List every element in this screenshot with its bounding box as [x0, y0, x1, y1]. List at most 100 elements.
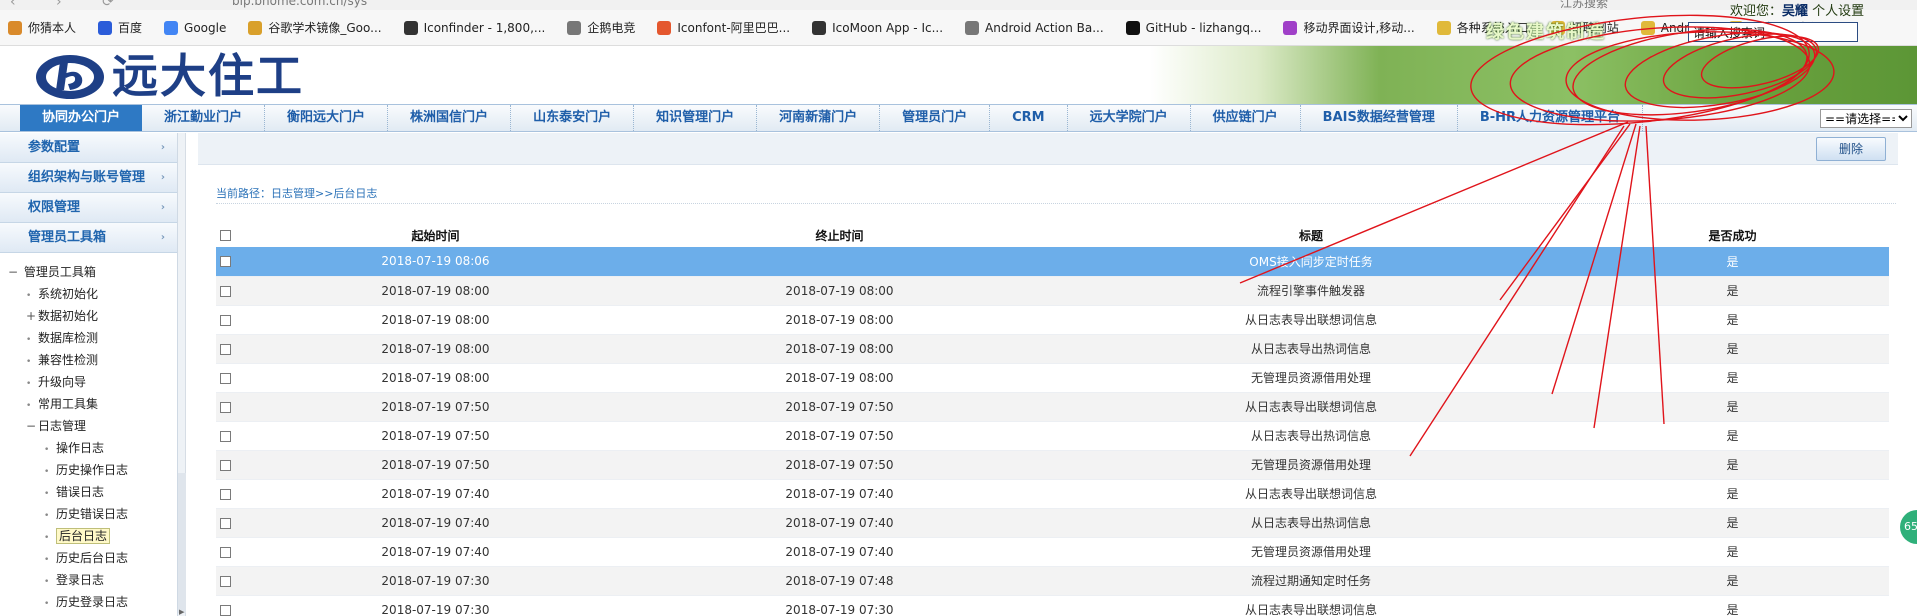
row-checkbox[interactable] — [220, 546, 231, 558]
row-checkbox[interactable] — [220, 430, 231, 442]
table-row[interactable]: 2018-07-19 08:00 2018-07-19 08:00 从日志表导出联想… — [216, 305, 1889, 335]
bookmark-item[interactable]: Android Action Ba... — [965, 20, 1104, 35]
table-row[interactable]: 2018-07-19 07:50 2018-07-19 07:50 从日志表导出热词… — [216, 421, 1889, 451]
portal-tab[interactable]: 知识管理门户 — [634, 105, 758, 131]
table-row[interactable]: 2018-07-19 08:00 2018-07-19 08:00 流程引擎事件触发… — [216, 276, 1889, 306]
tree-item[interactable]: • 数据库检测 — [8, 327, 177, 349]
portal-tab[interactable]: BAIS数据经营管理 — [1301, 105, 1458, 131]
expand-icon[interactable]: + — [26, 305, 38, 327]
portal-tab[interactable]: 供应链门户 — [1191, 105, 1301, 131]
browser-tab[interactable]: 江苏搜索 — [1560, 0, 1608, 10]
bookmark-item[interactable]: 企鹅电竞 — [567, 19, 635, 36]
tree-item-label[interactable]: 日志管理 — [38, 419, 86, 433]
tree-item-label[interactable]: 升级向导 — [38, 375, 86, 389]
tree-item-label[interactable]: 数据初始化 — [38, 309, 98, 323]
table-row[interactable]: 2018-07-19 07:30 2018-07-19 07:30 从日志表导出联想… — [216, 595, 1889, 616]
table-row[interactable]: 2018-07-19 08:00 2018-07-19 08:00 从日志表导出热词… — [216, 334, 1889, 364]
bookmark-item[interactable]: 百度 — [98, 19, 142, 36]
tree-item[interactable]: • 错误日志 — [8, 481, 177, 503]
browser-nav-icons[interactable]: ‹ › ⟳ — [10, 0, 132, 10]
table-row[interactable]: 2018-07-19 07:40 2018-07-19 07:40 无管理员资源借用… — [216, 537, 1889, 567]
tree-item[interactable]: • 历史操作日志 — [8, 459, 177, 481]
sidebar-section[interactable]: 参数配置 › — [0, 133, 177, 163]
col-success[interactable]: 是否成功 — [1576, 223, 1889, 247]
table-row[interactable]: 2018-07-19 07:40 2018-07-19 07:40 从日志表导出热词… — [216, 508, 1889, 538]
table-row[interactable]: 2018-07-19 07:40 2018-07-19 07:40 从日志表导出联想… — [216, 479, 1889, 509]
splitter-arrow-icon[interactable]: ▶ — [179, 608, 184, 616]
row-checkbox[interactable] — [220, 285, 231, 297]
row-checkbox[interactable] — [220, 401, 231, 413]
row-checkbox[interactable] — [220, 256, 231, 268]
splitter-grip[interactable] — [178, 473, 186, 613]
tree-item[interactable]: • 历史错误日志 — [8, 503, 177, 525]
table-row[interactable]: 2018-07-19 08:00 2018-07-19 08:00 无管理员资源借用… — [216, 363, 1889, 393]
sidebar-section[interactable]: 组织架构与账号管理 › — [0, 163, 177, 193]
tree-item[interactable]: • 兼容性检测 — [8, 349, 177, 371]
tree-item[interactable]: • 常用工具集 — [8, 393, 177, 415]
portal-tab[interactable]: 浙江勤业门户 — [142, 105, 266, 131]
row-checkbox[interactable] — [220, 343, 231, 355]
row-checkbox[interactable] — [220, 604, 231, 616]
col-title[interactable]: 标题 — [1046, 223, 1576, 247]
company-logo[interactable]: 远大住工 — [34, 50, 304, 102]
tree-item-label[interactable]: 登录日志 — [56, 573, 104, 587]
portal-tab[interactable]: 株洲国信门户 — [388, 105, 512, 131]
bookmark-item[interactable]: 移动界面设计,移动... — [1283, 19, 1415, 36]
sidebar-splitter[interactable]: ▶ — [178, 133, 186, 616]
bookmark-item[interactable]: Google — [164, 20, 226, 35]
tree-item-label[interactable]: 错误日志 — [56, 485, 104, 499]
sidebar-section[interactable]: 管理员工具箱 › — [0, 223, 177, 253]
row-checkbox[interactable] — [220, 372, 231, 384]
tree-item-label[interactable]: 操作日志 — [56, 441, 104, 455]
portal-tab[interactable]: 协同办公门户 — [20, 105, 143, 131]
bookmark-item[interactable]: Iconfinder - 1,800,... — [403, 20, 545, 35]
bookmark-item[interactable]: 你猜本人 — [8, 19, 76, 36]
table-row[interactable]: 2018-07-19 07:30 2018-07-19 07:48 流程过期通知定时… — [216, 566, 1889, 596]
portal-tab[interactable]: 远大学院门户 — [1068, 105, 1191, 131]
bookmark-item[interactable]: GitHub - lizhangq... — [1125, 20, 1261, 35]
user-name[interactable]: 吴耀 — [1782, 4, 1808, 19]
table-row[interactable]: 2018-07-19 07:50 2018-07-19 07:50 从日志表导出联想… — [216, 392, 1889, 422]
row-checkbox[interactable] — [220, 459, 231, 471]
portal-tab[interactable]: 河南新蒲门户 — [757, 105, 881, 131]
portal-tab[interactable]: 山东泰安门户 — [511, 105, 635, 131]
sidebar-section[interactable]: 权限管理 › — [0, 193, 177, 223]
bookmark-item[interactable]: 谷歌学术镜像_Goo... — [248, 19, 382, 36]
portal-tab[interactable]: B-HR人力资源管理平台 — [1458, 105, 1644, 131]
tree-item-label[interactable]: 常用工具集 — [38, 397, 98, 411]
tree-item[interactable]: • 后台日志 — [8, 525, 177, 547]
delete-button[interactable]: 删除 — [1816, 137, 1886, 161]
portal-tab[interactable]: 管理员门户 — [880, 105, 991, 131]
tree-item-label[interactable]: 系统初始化 — [38, 287, 98, 301]
tree-item[interactable]: • 升级向导 — [8, 371, 177, 393]
tree-item-label[interactable]: 数据库检测 — [38, 331, 98, 345]
bookmark-item[interactable]: IcoMoon App - Ic... — [812, 20, 943, 35]
portal-tab[interactable]: 衡阳远大门户 — [265, 105, 389, 131]
select-all-checkbox[interactable] — [220, 230, 231, 241]
address-bar[interactable]: bip.bnome.com.cn/sys — [232, 0, 367, 8]
search-input[interactable] — [1688, 22, 1858, 42]
tree-item[interactable]: + 数据初始化 — [8, 305, 177, 327]
col-end-time[interactable]: 终止时间 — [633, 223, 1046, 247]
personal-settings-link[interactable]: 个人设置 — [1812, 4, 1864, 19]
tree-item-label[interactable]: 历史错误日志 — [56, 507, 128, 521]
tree-item[interactable]: − 日志管理 — [8, 415, 177, 437]
tree-root-label[interactable]: 管理员工具箱 — [24, 265, 96, 279]
collapse-icon[interactable]: − — [8, 261, 20, 283]
row-checkbox[interactable] — [220, 488, 231, 500]
tree-item[interactable]: • 历史后台日志 — [8, 547, 177, 569]
tree-item-label[interactable]: 历史后台日志 — [56, 551, 128, 565]
row-checkbox[interactable] — [220, 314, 231, 326]
collapse-icon[interactable]: − — [26, 415, 38, 437]
table-row[interactable]: 2018-07-19 07:50 2018-07-19 07:50 无管理员资源借用… — [216, 450, 1889, 480]
row-checkbox[interactable] — [220, 575, 231, 587]
tree-item[interactable]: • 登录日志 — [8, 569, 177, 591]
tree-item-label[interactable]: 历史登录日志 — [56, 595, 128, 609]
portal-tab[interactable]: CRM — [990, 105, 1068, 131]
bookmark-item[interactable]: Iconfont-阿里巴巴... — [657, 19, 790, 36]
tree-item-label[interactable]: 后台日志 — [56, 528, 111, 544]
portal-select[interactable]: ==请选择== — [1820, 109, 1912, 128]
tree-item[interactable]: • 系统初始化 — [8, 283, 177, 305]
tree-item[interactable]: • 操作日志 — [8, 437, 177, 459]
table-row[interactable]: 2018-07-19 08:06 OMS接入同步定时任务是 — [216, 247, 1889, 277]
